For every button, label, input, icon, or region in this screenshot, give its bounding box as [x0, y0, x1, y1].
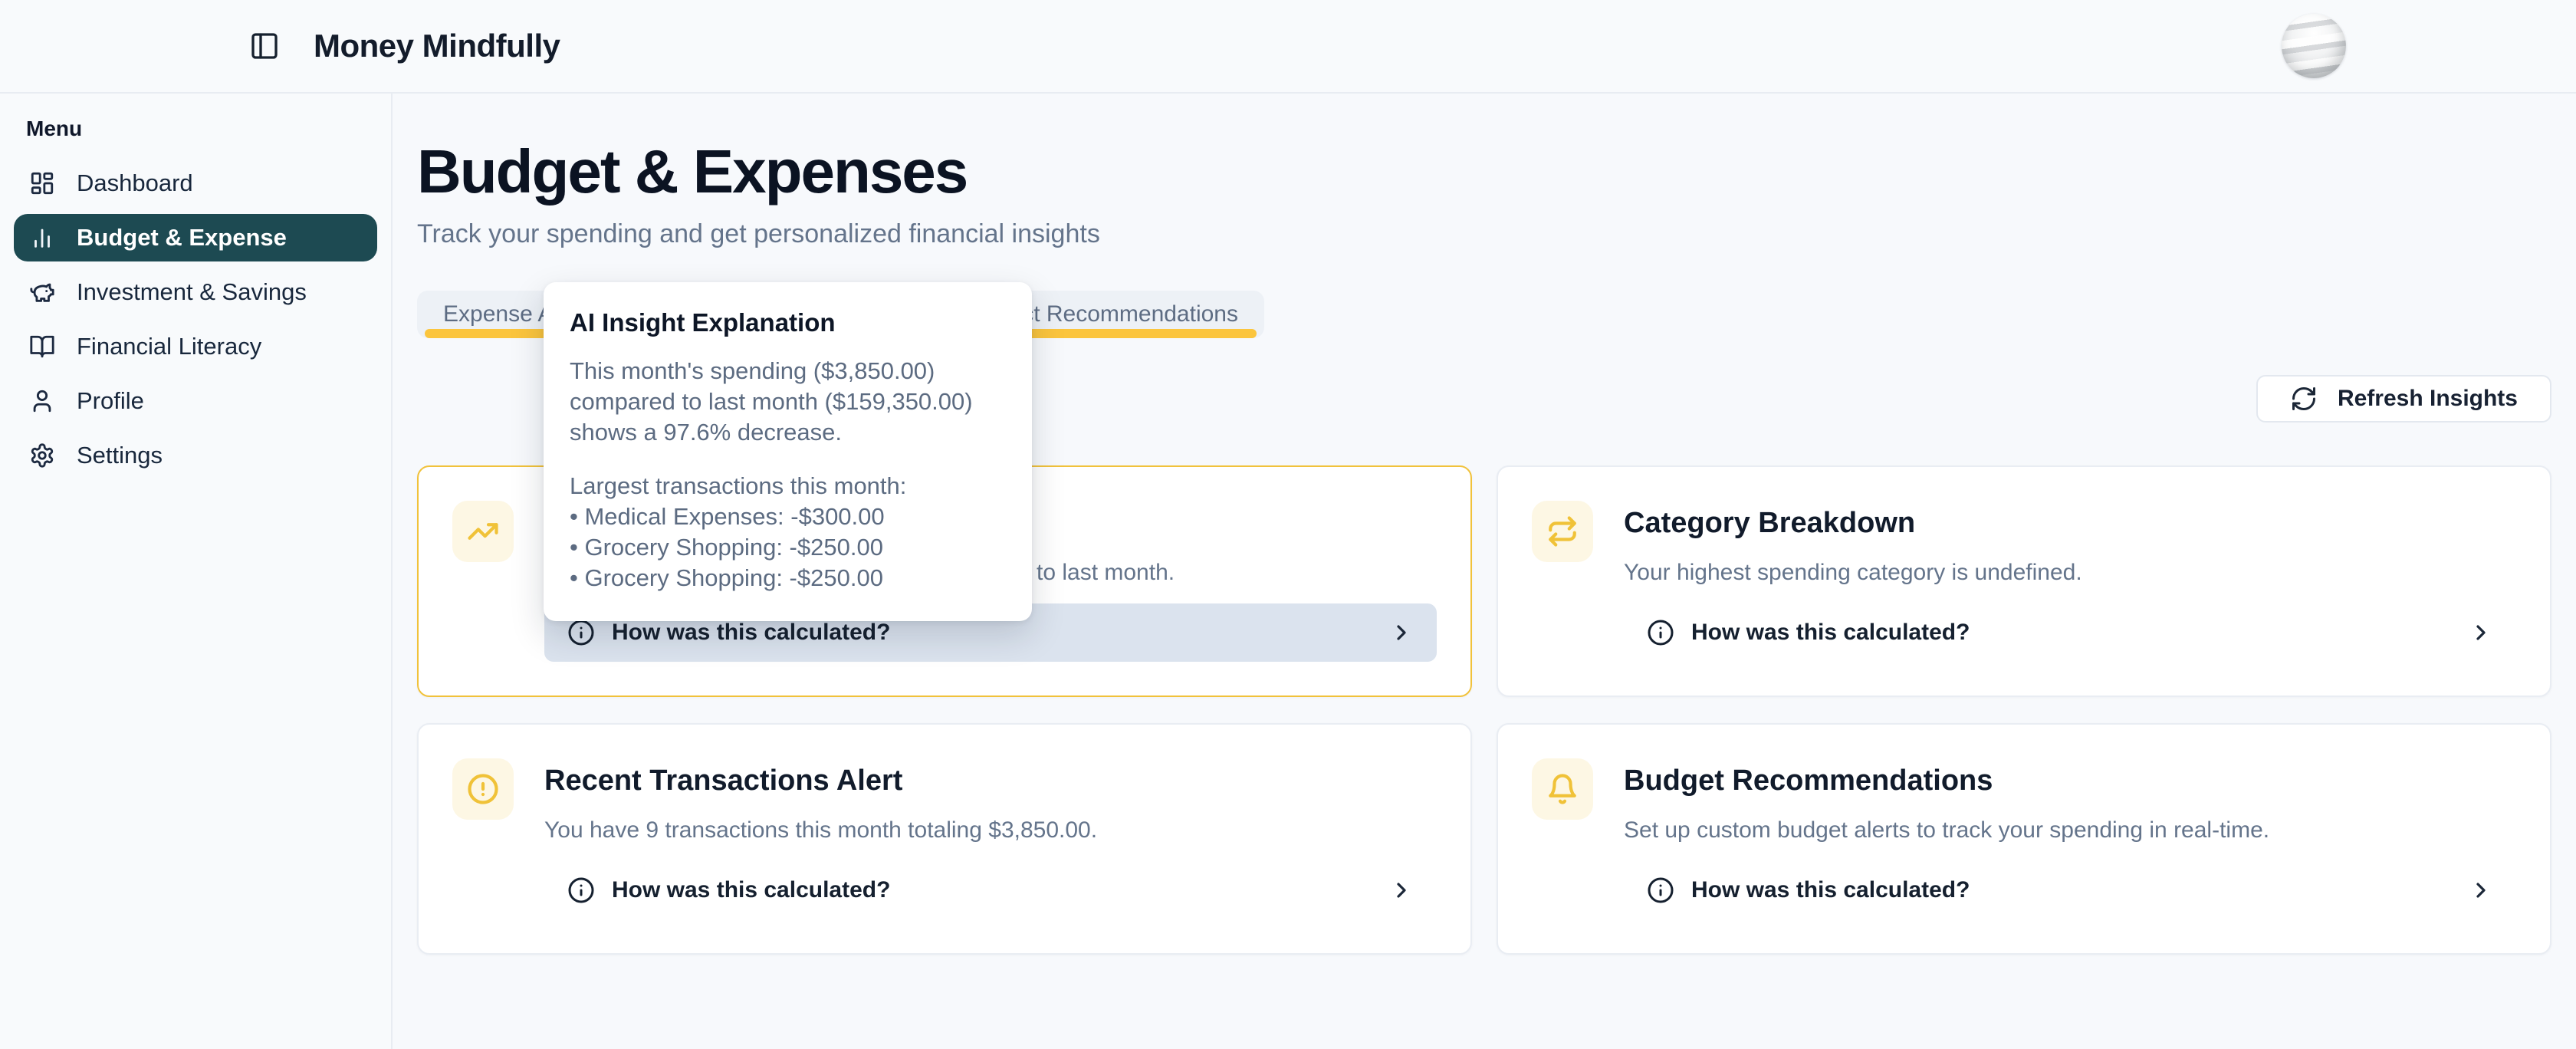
card-description: to last month. — [1037, 559, 1437, 587]
card-title: Recent Transactions Alert — [544, 765, 1437, 801]
sidebar-item-label: Settings — [77, 442, 163, 469]
chevron-right-icon — [2469, 620, 2493, 645]
popover-paragraph: This month's spending ($3,850.00) compar… — [570, 356, 1004, 448]
how-calculated-button[interactable]: How was this calculated? — [544, 861, 1437, 919]
user-avatar[interactable] — [2282, 14, 2346, 78]
sidebar-item-financial-literacy[interactable]: Financial Literacy — [14, 323, 377, 370]
how-calculated-button[interactable]: How was this calculated? — [1624, 603, 2516, 662]
how-calculated-label: How was this calculated? — [1691, 877, 1970, 903]
chevron-right-icon — [1389, 878, 1414, 903]
refresh-icon — [2290, 385, 2318, 413]
chevron-right-icon — [2469, 878, 2493, 903]
app-header: Money Mindfully — [0, 0, 2576, 94]
popover-title: AI Insight Explanation — [570, 308, 1004, 337]
info-icon — [567, 876, 595, 904]
info-icon — [567, 619, 595, 646]
trending-up-icon — [452, 501, 514, 562]
popover-transactions-heading: Largest transactions this month: — [570, 471, 1004, 501]
how-calculated-button[interactable]: How was this calculated? — [1624, 861, 2516, 919]
user-icon — [29, 388, 55, 414]
popover-transaction-item: • Grocery Shopping: -$250.00 — [570, 532, 1004, 563]
card-body: Recent Transactions Alert You have 9 tra… — [544, 758, 1437, 919]
sidebar-item-label: Financial Literacy — [77, 333, 261, 360]
card-body: Budget Recommendations Set up custom bud… — [1624, 758, 2516, 919]
info-icon — [1647, 619, 1674, 646]
piggy-bank-icon — [29, 279, 55, 305]
sidebar-item-investment-savings[interactable]: Investment & Savings — [14, 268, 377, 316]
dashboard-icon — [29, 170, 55, 196]
sidebar-item-dashboard[interactable]: Dashboard — [14, 159, 377, 207]
sidebar-toggle-button[interactable] — [249, 31, 280, 61]
sidebar-item-label: Profile — [77, 387, 144, 415]
alert-circle-icon — [452, 758, 514, 820]
panel-left-icon — [249, 31, 280, 61]
sidebar-item-budget-expense[interactable]: Budget & Expense — [14, 214, 377, 261]
sidebar-item-label: Dashboard — [77, 169, 193, 197]
app-title: Money Mindfully — [314, 28, 560, 64]
how-calculated-label: How was this calculated? — [612, 877, 890, 903]
category-breakdown-card: Category Breakdown Your highest spending… — [1497, 465, 2551, 697]
how-calculated-label: How was this calculated? — [612, 620, 890, 646]
recent-transactions-card: Recent Transactions Alert You have 9 tra… — [417, 723, 1472, 955]
page-subtitle: Track your spending and get personalized… — [417, 219, 2551, 249]
repeat-icon — [1532, 501, 1593, 562]
card-description: Your highest spending category is undefi… — [1624, 559, 2516, 587]
card-title: Category Breakdown — [1624, 507, 2516, 544]
book-open-icon — [29, 334, 55, 360]
sidebar-item-profile[interactable]: Profile — [14, 377, 377, 425]
card-body: Category Breakdown Your highest spending… — [1624, 501, 2516, 662]
popover-transaction-item: • Grocery Shopping: -$250.00 — [570, 563, 1004, 594]
how-calculated-label: How was this calculated? — [1691, 620, 1970, 646]
chevron-right-icon — [1389, 620, 1414, 645]
sidebar-item-label: Investment & Savings — [77, 278, 307, 306]
ai-insight-popover: AI Insight Explanation This month's spen… — [544, 282, 1032, 621]
page-title: Budget & Expenses — [417, 140, 2551, 204]
sidebar-item-settings[interactable]: Settings — [14, 432, 377, 479]
gear-icon — [29, 442, 55, 469]
refresh-insights-button[interactable]: Refresh Insights — [2256, 375, 2551, 423]
sidebar: Menu Dashboard Budget & Expense — [0, 94, 393, 1049]
bar-chart-icon — [29, 225, 55, 251]
sidebar-item-label: Budget & Expense — [77, 224, 287, 252]
card-description: Set up custom budget alerts to track you… — [1624, 817, 2516, 844]
card-description: You have 9 transactions this month total… — [544, 817, 1437, 844]
info-icon — [1647, 876, 1674, 904]
refresh-insights-label: Refresh Insights — [2338, 386, 2518, 412]
budget-recommendations-card: Budget Recommendations Set up custom bud… — [1497, 723, 2551, 955]
card-title: Budget Recommendations — [1624, 765, 2516, 801]
popover-transaction-item: • Medical Expenses: -$300.00 — [570, 501, 1004, 532]
bell-icon — [1532, 758, 1593, 820]
sidebar-section-label: Menu — [26, 117, 391, 141]
